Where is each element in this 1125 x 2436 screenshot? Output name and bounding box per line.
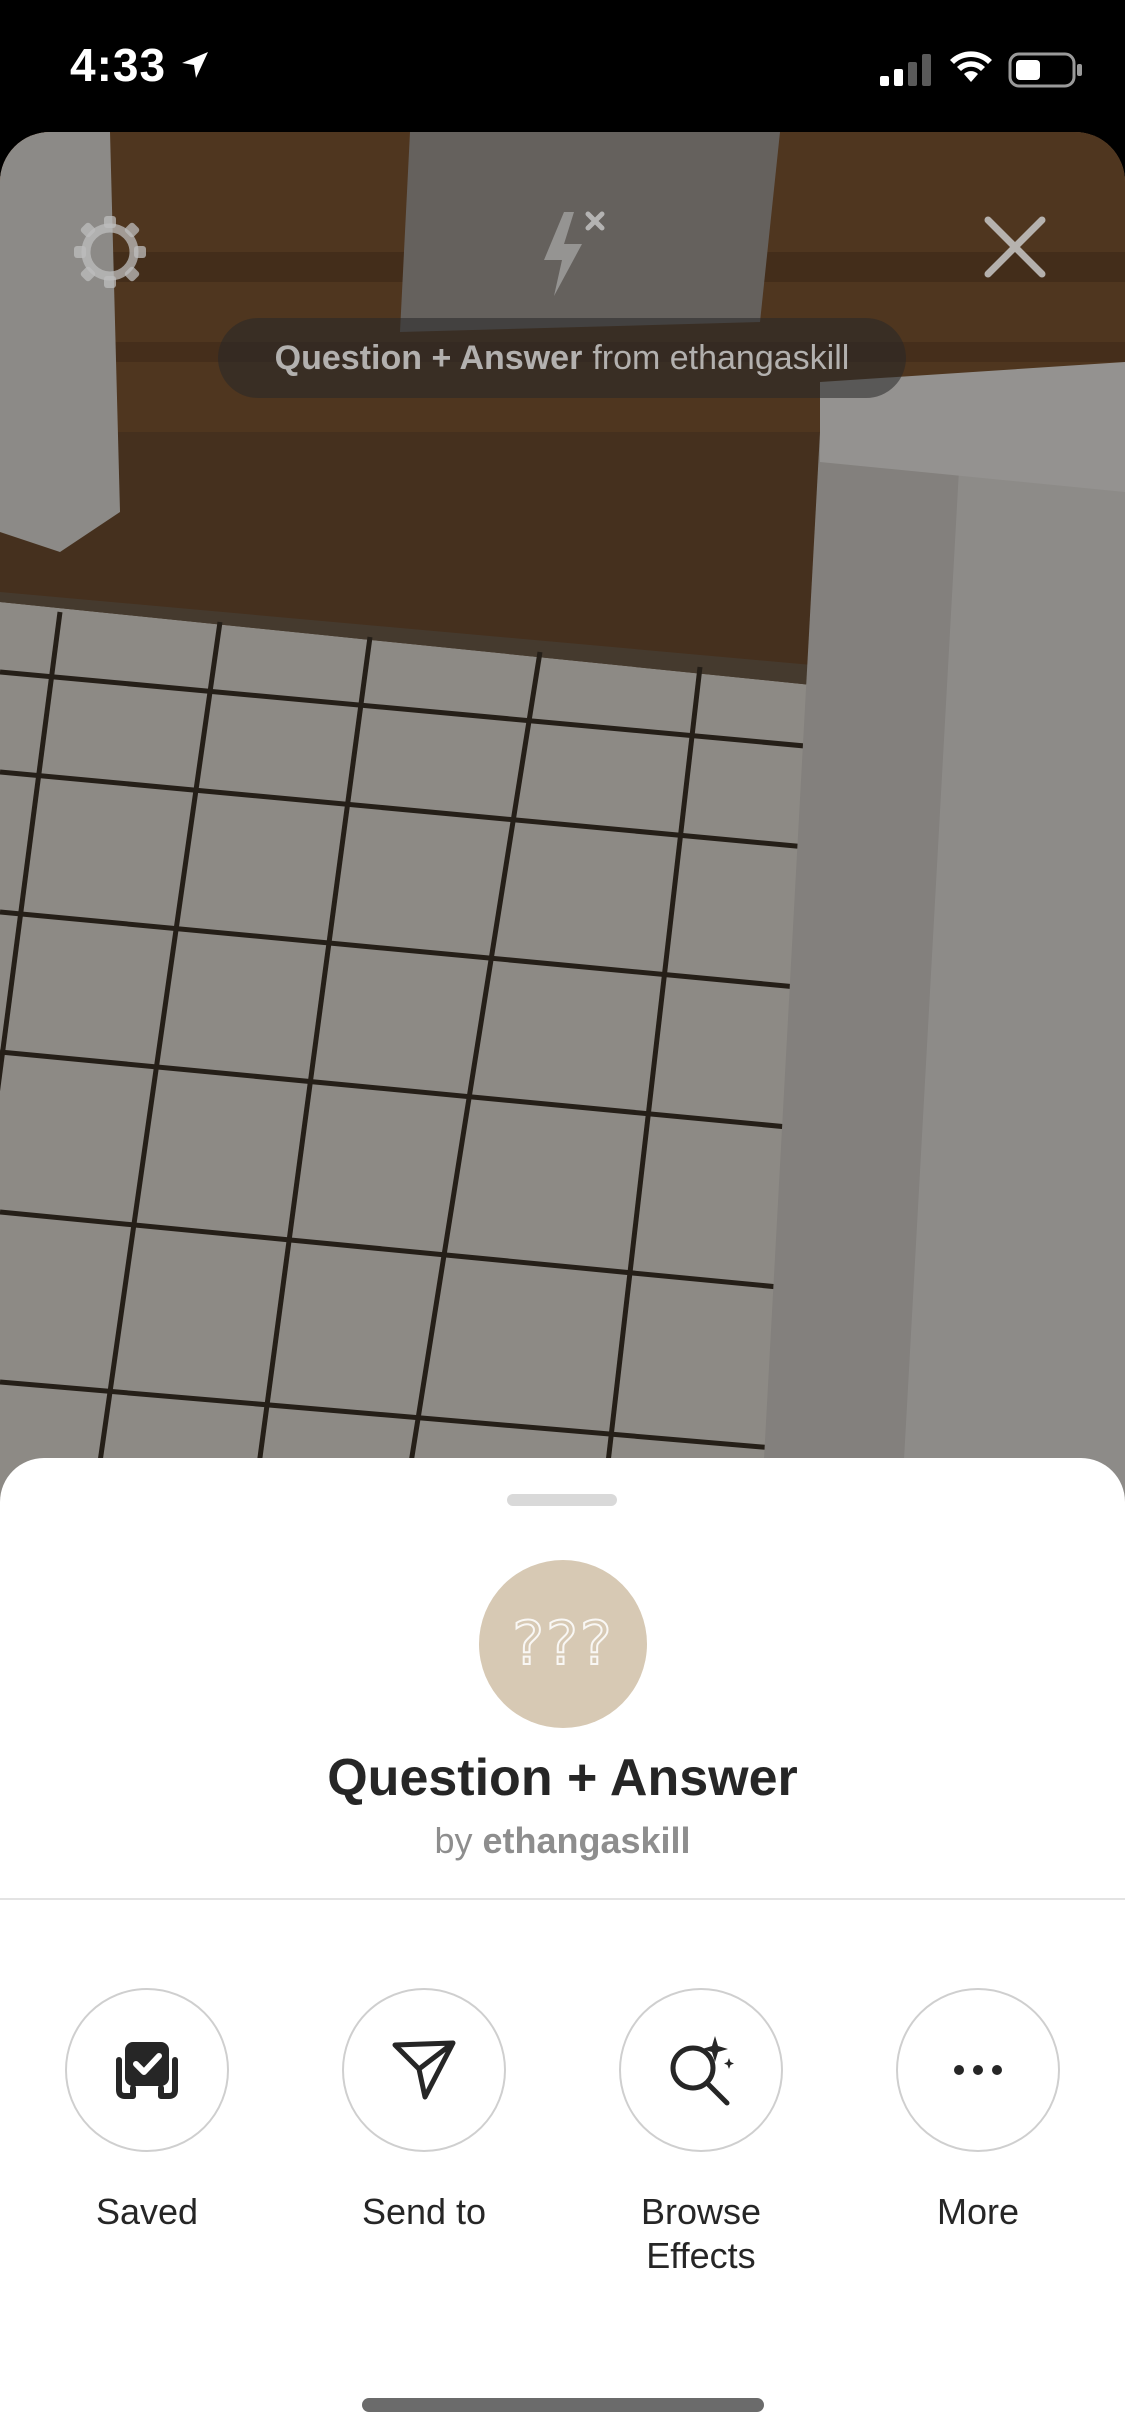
effect-thumbnail-text: ??? <box>511 1608 614 1680</box>
sheet-divider <box>0 1898 1125 1900</box>
effect-author-prefix: by <box>434 1820 473 1861</box>
browse-effects-icon <box>670 2036 734 2106</box>
effect-pill-title: Question + Answer <box>274 338 583 377</box>
battery-icon <box>1008 52 1082 88</box>
camera-preview[interactable]: Question + Answer from ethangaskill <box>0 132 1125 1532</box>
home-indicator[interactable] <box>362 2398 764 2412</box>
more-label: More <box>936 2191 1020 2232</box>
saved-label: Saved <box>95 2191 199 2232</box>
effect-title: Question + Answer <box>327 1749 798 1807</box>
browse-effects-button[interactable] <box>619 1988 783 2152</box>
more-icon <box>954 2065 1002 2075</box>
send-to-label: Send to <box>361 2191 487 2232</box>
browse-effects-label: Browse Effects <box>640 2191 762 2276</box>
effect-actions: Saved Send to Browse Effects More <box>0 1988 1125 2288</box>
signal-icon <box>880 54 931 86</box>
send-icon <box>392 2040 456 2100</box>
effect-author-name[interactable]: ethangaskill <box>482 1820 690 1861</box>
settings-icon[interactable] <box>70 212 150 292</box>
effect-name-pill[interactable]: Question + Answer from ethangaskill <box>218 318 906 398</box>
more-action[interactable]: More <box>848 1988 1108 2234</box>
close-icon[interactable] <box>980 212 1050 282</box>
effect-author-line: by ethangaskill <box>0 1820 1125 1862</box>
location-arrow-icon <box>182 52 208 78</box>
effect-thumbnail: ??? <box>479 1560 647 1728</box>
send-to-button[interactable] <box>342 1988 506 2152</box>
status-time: 4:33 <box>70 39 167 91</box>
send-to-action[interactable]: Send to <box>294 1988 554 2234</box>
browse-effects-action[interactable]: Browse Effects <box>571 1988 831 2278</box>
flash-off-icon[interactable] <box>530 202 610 302</box>
saved-check-icon <box>116 2042 178 2099</box>
saved-action[interactable]: Saved <box>17 1988 277 2234</box>
sheet-grabber[interactable] <box>507 1494 617 1506</box>
more-button[interactable] <box>896 1988 1060 2152</box>
wifi-icon <box>950 51 992 82</box>
effect-pill-from: from ethangaskill <box>592 338 850 377</box>
effect-info-sheet: ??? Question + Answer by ethangaskill Sa… <box>0 1458 1125 2436</box>
saved-button[interactable] <box>65 1988 229 2152</box>
status-bar: 4:33 <box>0 0 1125 132</box>
